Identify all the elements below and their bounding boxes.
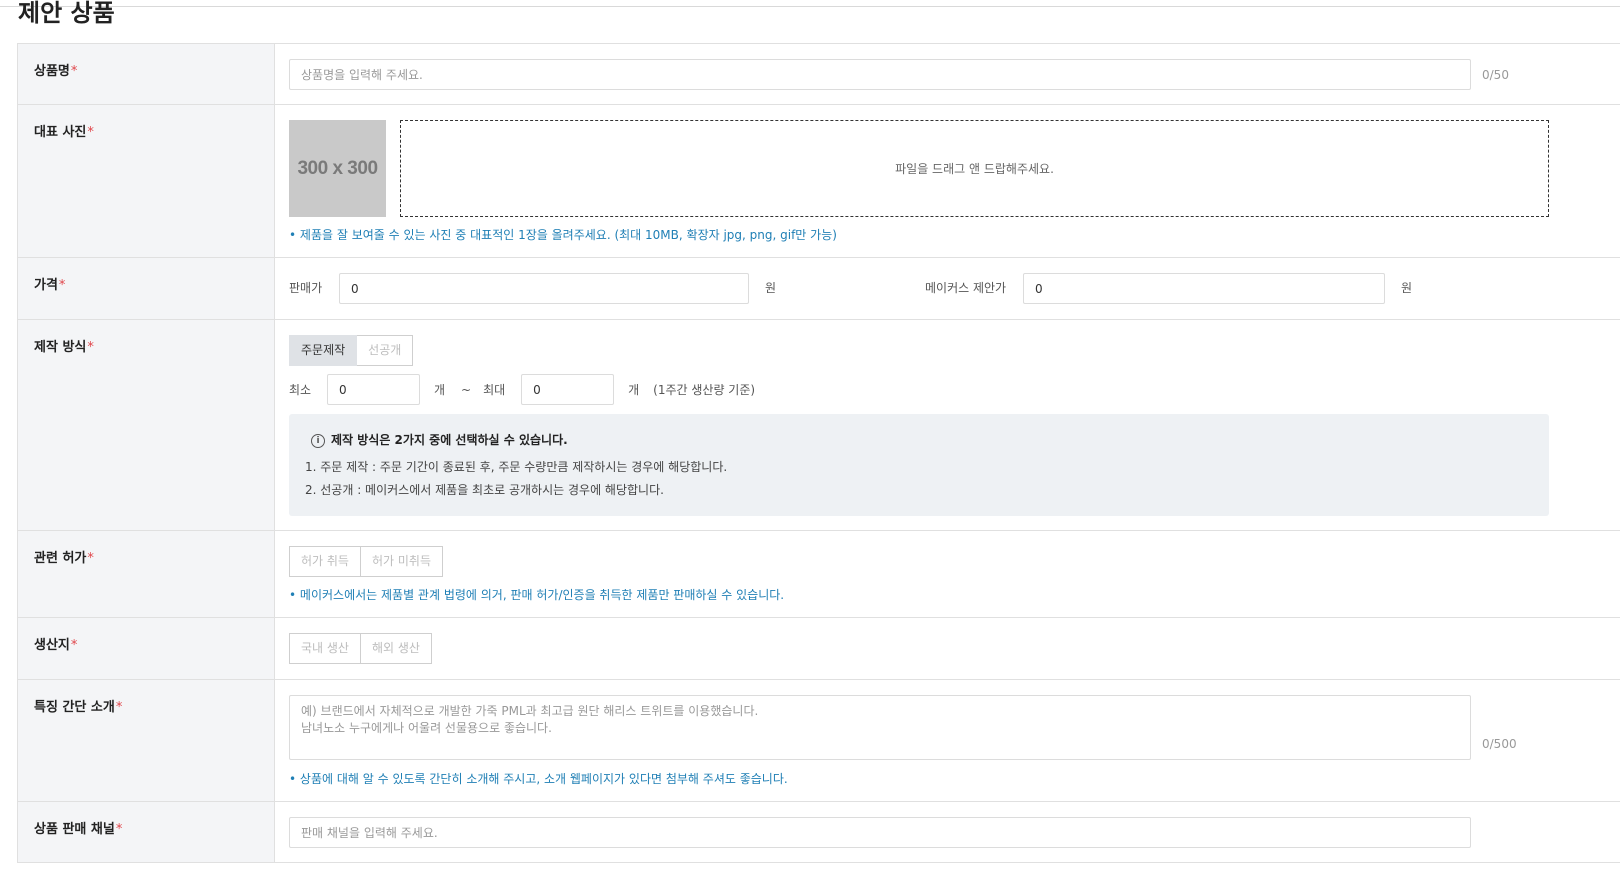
label-text: 대표 사진 [34,125,87,140]
field-label: 대표 사진* [17,105,275,257]
field-content: 0/50 [275,44,1620,104]
quantity-range: 최소 개 ~ 최대 개 (1주간 생산량 기준) [289,374,1620,405]
sale-price-input[interactable] [339,273,749,304]
hint-text: 제품을 잘 보여줄 수 있는 사진 중 대표적인 1장을 올려주세요. (최대 … [289,226,1620,243]
label-text: 상품 판매 채널 [34,822,115,837]
product-name-input[interactable] [289,59,1471,90]
row-main-photo: 대표 사진* 300 x 300 파일을 드래그 앤 드랍해주세요. 제품을 잘… [17,105,1620,258]
required-mark: * [115,822,123,837]
field-content: 허가 취득 허가 미취득 메이커스에서는 제품별 관계 법령에 의거, 판매 허… [275,531,1620,617]
option-overseas[interactable]: 해외 생산 [360,633,432,664]
range-tilde: ~ [461,382,472,397]
required-mark: * [87,125,94,140]
field-label: 제작 방식* [17,320,275,530]
field-content [275,802,1620,862]
hint-text: 메이커스에서는 제품별 관계 법령에 의거, 판매 허가/인증을 취득한 제품만… [289,586,1620,603]
sale-price-label: 판매가 [289,281,323,295]
required-mark: * [87,340,94,355]
max-label: 최대 [483,383,506,397]
permit-toggle: 허가 취득 허가 미취득 [289,546,1620,577]
field-label: 관련 허가* [17,531,275,617]
label-text: 상품명 [34,64,70,79]
row-channel: 상품 판매 채널* [17,802,1620,863]
row-origin: 생산지* 국내 생산 해외 생산 [17,618,1620,680]
info-icon: i [311,434,325,448]
field-content: 300 x 300 파일을 드래그 앤 드랍해주세요. 제품을 잘 보여줄 수 … [275,105,1620,257]
sales-channel-input[interactable] [289,817,1471,848]
field-label: 생산지* [17,618,275,679]
option-permit-not-obtained[interactable]: 허가 미취득 [360,546,443,577]
field-label: 상품 판매 채널* [17,802,275,862]
currency-unit: 원 [765,281,777,295]
required-mark: * [70,638,78,653]
option-domestic[interactable]: 국내 생산 [289,633,361,664]
info-title-line: i 제작 방식은 2가지 중에 선택하실 수 있습니다. [311,431,1549,448]
info-box: i 제작 방식은 2가지 중에 선택하실 수 있습니다. 1. 주문 제작 : 주… [289,414,1549,516]
proposal-price-label: 메이커스 제안가 [925,281,1007,295]
label-text: 특징 간단 소개 [34,700,115,715]
char-counter: 0/50 [1482,68,1509,82]
field-content: 판매가 원 메이커스 제안가 원 [275,258,1620,319]
quantity-note: (1주간 생산량 기준) [653,383,756,397]
min-label: 최소 [289,383,312,397]
quantity-unit: 개 [628,383,640,397]
photo-upload-area: 300 x 300 파일을 드래그 앤 드랍해주세요. [289,120,1620,217]
field-content: 주문제작 선공개 최소 개 ~ 최대 개 (1주간 생산량 기준) i 제작 방식… [275,320,1620,530]
row-product-name: 상품명* 0/50 [17,44,1620,105]
label-text: 가격 [34,278,58,293]
currency-unit: 원 [1401,281,1413,295]
top-divider [0,6,1620,7]
label-text: 제작 방식 [34,340,87,355]
features-textarea[interactable] [289,695,1471,760]
row-production: 제작 방식* 주문제작 선공개 최소 개 ~ 최대 개 (1주간 생산량 기준)… [17,320,1620,531]
production-method-toggle: 주문제작 선공개 [289,335,1620,366]
label-text: 생산지 [34,638,70,653]
page-title: 제안 상품 [18,0,115,27]
row-permit: 관련 허가* 허가 취득 허가 미취득 메이커스에서는 제품별 관계 법령에 의… [17,531,1620,618]
origin-toggle: 국내 생산 해외 생산 [289,633,1620,664]
label-text: 관련 허가 [34,551,87,566]
char-counter: 0/500 [1482,737,1517,751]
min-quantity-input[interactable] [327,374,420,405]
field-label: 상품명* [17,44,275,104]
required-mark: * [115,700,123,715]
option-pre-release[interactable]: 선공개 [357,335,414,366]
option-made-to-order[interactable]: 주문제작 [289,335,358,366]
required-mark: * [70,64,78,79]
field-label: 가격* [17,258,275,319]
required-mark: * [87,551,94,566]
field-label: 특징 간단 소개* [17,680,275,801]
field-content: 0/500 상품에 대해 알 수 있도록 간단히 소개해 주시고, 소개 웹페이… [275,680,1620,801]
info-title: 제작 방식은 2가지 중에 선택하실 수 있습니다. [331,433,568,447]
file-dropzone[interactable]: 파일을 드래그 앤 드랍해주세요. [400,120,1549,217]
info-line: 1. 주문 제작 : 주문 기간이 종료된 후, 주문 수량만큼 제작하시는 경… [305,460,728,474]
info-line: 2. 선공개 : 메이커스에서 제품을 최초로 공개하시는 경우에 해당합니다. [305,483,664,497]
required-mark: * [58,278,66,293]
row-features: 특징 간단 소개* 0/500 상품에 대해 알 수 있도록 간단히 소개해 주… [17,680,1620,802]
hint-text: 상품에 대해 알 수 있도록 간단히 소개해 주시고, 소개 웹페이지가 있다면… [289,770,1620,787]
max-quantity-input[interactable] [521,374,615,405]
product-form: 상품명* 0/50 대표 사진* 300 x 300 파일을 드래그 앤 드랍해… [17,43,1620,863]
proposal-price-input[interactable] [1023,273,1385,304]
field-content: 국내 생산 해외 생산 [275,618,1620,679]
quantity-unit: 개 [434,383,446,397]
row-price: 가격* 판매가 원 메이커스 제안가 원 [17,258,1620,320]
image-placeholder: 300 x 300 [289,120,386,217]
option-permit-obtained[interactable]: 허가 취득 [289,546,361,577]
